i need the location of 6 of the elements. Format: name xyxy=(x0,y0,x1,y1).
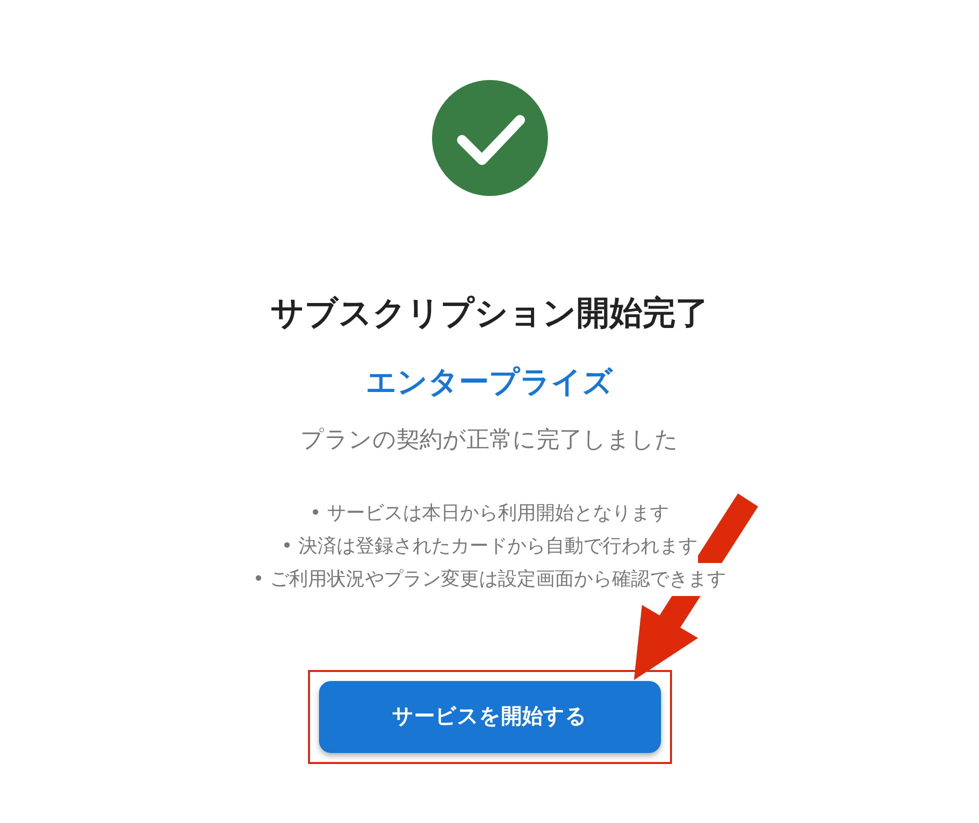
note-text: • ご利用状況やプラン変更は設定画面から確認できます xyxy=(252,563,726,596)
success-message: プランの契約が正常に完了しました xyxy=(300,426,678,454)
check-icon xyxy=(432,80,548,196)
page-title: サブスクリプション開始完了 xyxy=(270,292,708,334)
plan-name: エンタープライズ xyxy=(366,364,613,402)
start-service-button[interactable]: サービスを開始する xyxy=(318,681,660,753)
